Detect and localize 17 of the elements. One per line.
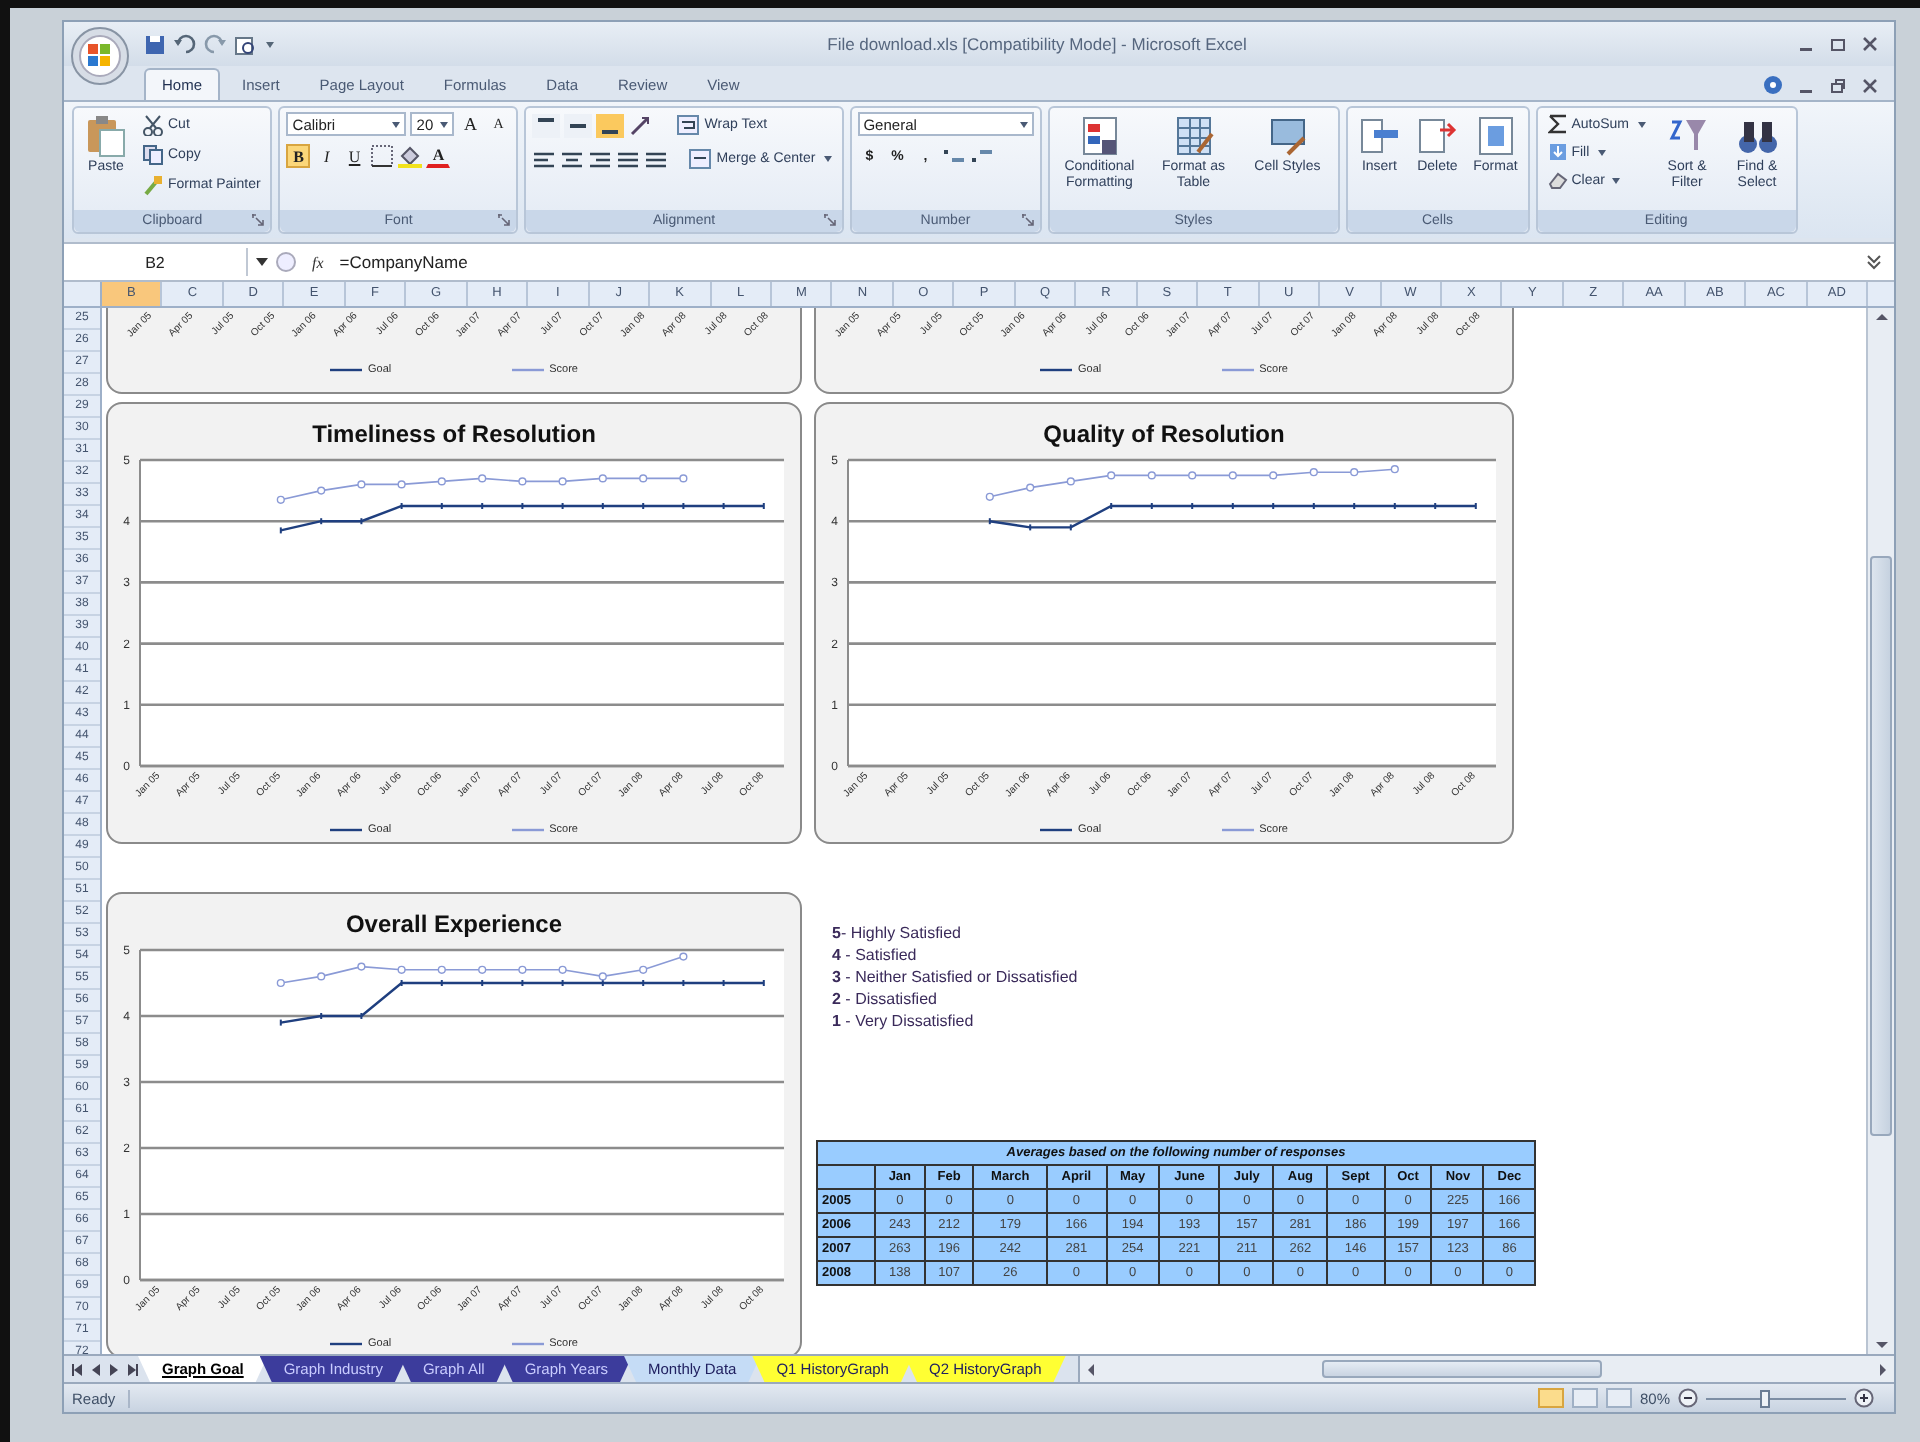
chart-title: Timeliness of Resolution xyxy=(312,420,596,448)
formula-field[interactable]: =CompanyName xyxy=(339,252,1858,272)
font-color-button[interactable]: A xyxy=(426,144,451,168)
rating-scale-text: 2 - Dissatisfied xyxy=(832,990,939,1008)
underline-button[interactable]: U xyxy=(342,144,367,168)
italic-button[interactable]: I xyxy=(314,144,339,168)
rating-scale-text: 1 - Very Dissatisfied xyxy=(832,1012,976,1030)
name-box[interactable]: B2 xyxy=(64,248,248,276)
chart-title: Quality of Resolution xyxy=(1043,420,1285,448)
chart-title: Overall Experience xyxy=(345,910,563,938)
rating-scale-text: 4 - Satisfied xyxy=(832,946,919,964)
grow-font-button[interactable]: A xyxy=(458,112,483,136)
insert-function-button[interactable]: fx xyxy=(304,253,332,271)
rating-scale-text: 3 - Neither Satisfied or Dissatisfied xyxy=(832,968,1078,986)
window-title: File download.xls [Compatibility Mode] - Microsoft Excel xyxy=(825,34,1249,54)
bold-button[interactable]: B xyxy=(286,144,311,168)
rating-scale-text: 5- Highly Satisfied xyxy=(832,924,963,942)
